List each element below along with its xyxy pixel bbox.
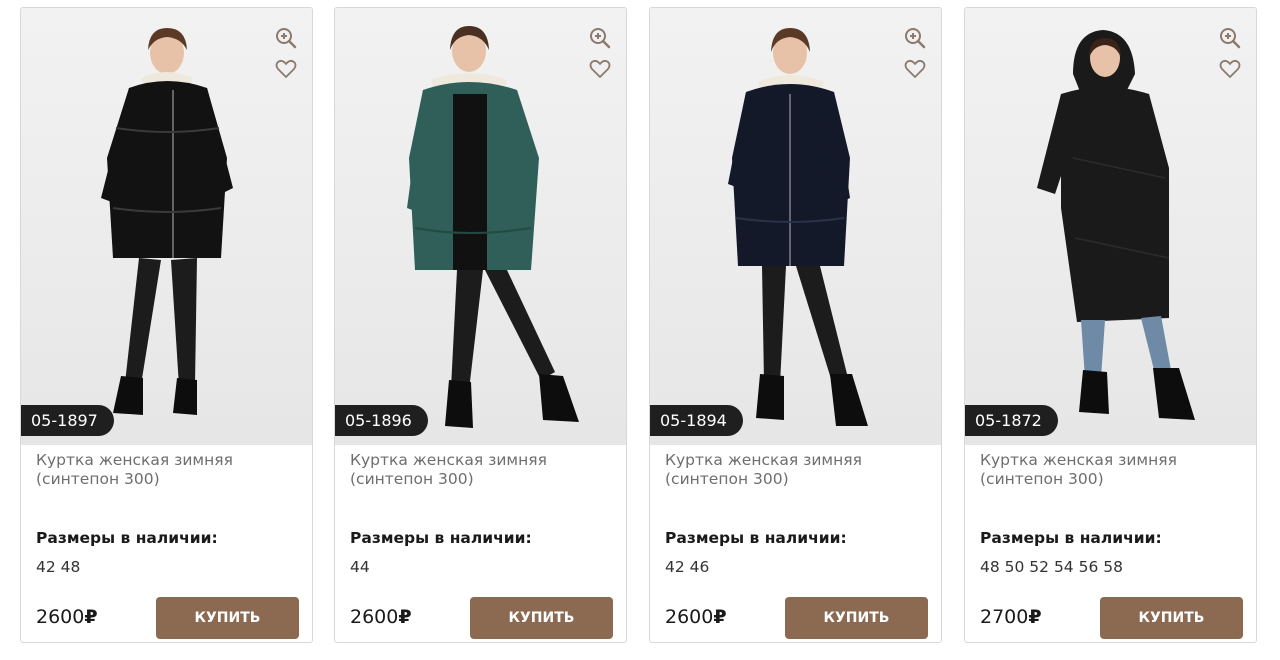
product-title[interactable]: Куртка женская зимняя (синтепон 300): [665, 451, 925, 489]
sizes-value: 44: [350, 558, 370, 576]
sku-badge: 05-1897: [21, 405, 114, 436]
zoom-in-icon[interactable]: [1218, 26, 1242, 50]
product-card[interactable]: 05-1872 Куртка женская зимняя (синтепон …: [964, 7, 1257, 643]
sku-badge: 05-1894: [650, 405, 743, 436]
product-card[interactable]: 05-1894 Куртка женская зимняя (синтепон …: [649, 7, 942, 643]
currency-symbol: ₽: [1028, 606, 1042, 628]
sizes-label: Размеры в наличии:: [665, 529, 847, 547]
product-title[interactable]: Куртка женская зимняя (синтепон 300): [980, 451, 1240, 489]
price-amount: 2600: [36, 606, 85, 628]
sku-badge: 05-1896: [335, 405, 428, 436]
currency-symbol: ₽: [398, 606, 412, 628]
buy-button[interactable]: КУПИТЬ: [156, 597, 299, 639]
sku-badge: 05-1872: [965, 405, 1058, 436]
sizes-value: 42 46: [665, 558, 710, 576]
product-photo[interactable]: 05-1897: [21, 8, 312, 445]
price-amount: 2600: [350, 606, 399, 628]
product-card[interactable]: 05-1897 Куртка женская зимняя (синтепон …: [20, 7, 313, 643]
sizes-label: Размеры в наличии:: [980, 529, 1162, 547]
zoom-in-icon[interactable]: [274, 26, 298, 50]
buy-button[interactable]: КУПИТЬ: [785, 597, 928, 639]
sizes-label: Размеры в наличии:: [36, 529, 218, 547]
product-photo[interactable]: 05-1896: [335, 8, 626, 445]
product-image: [1037, 30, 1195, 420]
buy-button[interactable]: КУПИТЬ: [470, 597, 613, 639]
heart-icon[interactable]: [588, 57, 612, 81]
heart-icon[interactable]: [903, 57, 927, 81]
price: 2600₽: [350, 606, 412, 628]
product-card[interactable]: 05-1896 Куртка женская зимняя (синтепон …: [334, 7, 627, 643]
product-image: [407, 26, 579, 428]
price-amount: 2600: [665, 606, 714, 628]
heart-icon[interactable]: [274, 57, 298, 81]
product-grid: 05-1897 Куртка женская зимняя (синтепон …: [0, 0, 1280, 660]
product-photo[interactable]: 05-1872: [965, 8, 1256, 445]
currency-symbol: ₽: [84, 606, 98, 628]
sizes-value: 48 50 52 54 56 58: [980, 558, 1123, 576]
price-amount: 2700: [980, 606, 1029, 628]
product-photo[interactable]: 05-1894: [650, 8, 941, 445]
product-image: [728, 28, 868, 426]
zoom-in-icon[interactable]: [903, 26, 927, 50]
heart-icon[interactable]: [1218, 57, 1242, 81]
product-title[interactable]: Куртка женская зимняя (синтепон 300): [36, 451, 296, 489]
product-image: [101, 28, 233, 415]
currency-symbol: ₽: [713, 606, 727, 628]
sizes-label: Размеры в наличии:: [350, 529, 532, 547]
price: 2700₽: [980, 606, 1042, 628]
buy-button[interactable]: КУПИТЬ: [1100, 597, 1243, 639]
sizes-value: 42 48: [36, 558, 81, 576]
product-title[interactable]: Куртка женская зимняя (синтепон 300): [350, 451, 610, 489]
zoom-in-icon[interactable]: [588, 26, 612, 50]
price: 2600₽: [665, 606, 727, 628]
price: 2600₽: [36, 606, 98, 628]
